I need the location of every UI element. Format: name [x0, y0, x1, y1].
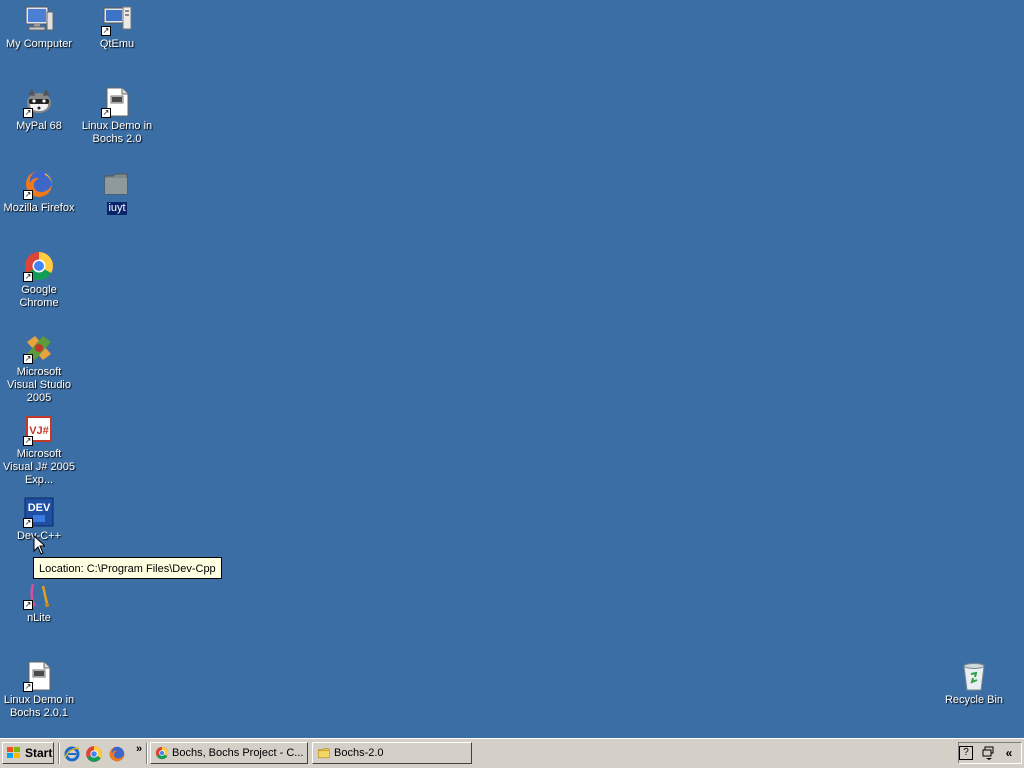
shortcut-arrow-icon: ↗: [101, 108, 111, 118]
devcpp-icon: DEV ↗: [23, 496, 55, 528]
raccoon-icon: ↗: [23, 86, 55, 118]
system-tray: ? «: [958, 742, 1022, 764]
desktop-icon-firefox[interactable]: ↗ Mozilla Firefox: [0, 166, 78, 215]
desktop-icon-chrome[interactable]: ↗ Google Chrome: [0, 248, 78, 310]
desktop-icon-visual-jsharp-2005[interactable]: VJ# ↗ Microsoft Visual J# 2005 Exp...: [0, 412, 78, 487]
quick-launch-firefox-icon[interactable]: [108, 745, 126, 763]
chrome-icon: ↗: [23, 250, 55, 282]
icon-label: Microsoft Visual J# 2005 Exp...: [3, 448, 75, 486]
desktop-icon-linux-demo-bochs-2-0[interactable]: ↗ Linux Demo in Bochs 2.0: [78, 84, 156, 146]
icon-label: Recycle Bin: [944, 694, 1004, 706]
desktop-icon-qtemu[interactable]: ↗ QtEmu: [78, 2, 156, 51]
icon-label: iuyt: [107, 202, 127, 215]
desktop-icon-mypal[interactable]: ↗ MyPal 68: [0, 84, 78, 133]
desktop-icon-nlite[interactable]: ↗ nLite: [0, 576, 78, 625]
chrome-icon: [155, 746, 169, 760]
shortcut-arrow-icon: ↗: [101, 26, 111, 36]
mouse-cursor-icon: [33, 535, 45, 555]
shortcut-arrow-icon: ↗: [23, 518, 33, 528]
folder-icon: [101, 168, 133, 200]
desktop-icon-iuyt-folder[interactable]: iuyt: [78, 166, 156, 215]
qtemu-icon: ↗: [101, 4, 133, 36]
icon-label: nLite: [27, 612, 51, 624]
desktop[interactable]: My Computer ↗ QtEmu ↗ MyPal 68 ↗ Linux D…: [0, 0, 1024, 738]
recycle-bin-icon: [958, 660, 990, 692]
tray-collapse-chevron[interactable]: «: [1001, 745, 1017, 761]
quick-launch-chrome-icon[interactable]: [85, 745, 103, 763]
quick-launch-ie-icon[interactable]: [63, 745, 81, 763]
icon-label: Linux Demo in Bochs 2.0: [81, 120, 153, 145]
icon-label: Microsoft Visual Studio 2005: [6, 366, 71, 404]
icon-label: Google Chrome: [19, 284, 59, 309]
desktop-icon-my-computer[interactable]: My Computer: [0, 2, 78, 51]
nlite-icon: ↗: [23, 578, 55, 610]
shortcut-arrow-icon: ↗: [23, 272, 33, 282]
quick-launch-overflow-chevron[interactable]: »: [136, 743, 142, 755]
folder-icon: [318, 748, 330, 759]
taskbar: Start » Bochs, Bochs Project - C... Boch…: [0, 738, 1024, 768]
tooltip: Location: C:\Program Files\Dev-Cpp: [33, 557, 222, 579]
shortcut-arrow-icon: ↗: [23, 190, 33, 200]
help-icon[interactable]: ?: [959, 746, 973, 760]
taskbar-button-chrome-bochs[interactable]: Bochs, Bochs Project - C...: [150, 742, 308, 764]
start-button[interactable]: Start: [2, 742, 54, 764]
start-label: Start: [25, 746, 53, 760]
task-label: Bochs, Bochs Project - C...: [172, 747, 304, 759]
visual-studio-icon: ↗: [23, 332, 55, 364]
icon-label: Linux Demo in Bochs 2.0.1: [3, 694, 75, 719]
firefox-icon: ↗: [23, 168, 55, 200]
desktop-icon-linux-demo-bochs-2-0-1[interactable]: ↗ Linux Demo in Bochs 2.0.1: [0, 658, 78, 720]
document-icon: ↗: [23, 660, 55, 692]
document-icon: ↗: [101, 86, 133, 118]
vjsharp-icon: VJ# ↗: [23, 414, 55, 446]
shortcut-arrow-icon: ↗: [23, 108, 33, 118]
computer-icon: [23, 4, 55, 36]
devcpp-badge-text: DEV: [28, 502, 51, 514]
icon-label: Mozilla Firefox: [3, 202, 75, 214]
icon-label: MyPal 68: [16, 120, 62, 132]
desktop-icon-visual-studio-2005[interactable]: ↗ Microsoft Visual Studio 2005: [0, 330, 78, 405]
shortcut-arrow-icon: ↗: [23, 682, 33, 692]
shortcut-arrow-icon: ↗: [23, 600, 33, 610]
task-label: Bochs-2.0: [334, 747, 384, 759]
shortcut-arrow-icon: ↗: [23, 436, 33, 446]
task-separator: [146, 743, 148, 764]
window-restore-icon[interactable]: [981, 745, 997, 761]
icon-label: QtEmu: [99, 38, 135, 50]
icon-label: My Computer: [5, 38, 73, 50]
windows-flag-icon: [7, 747, 20, 758]
shortcut-arrow-icon: ↗: [23, 354, 33, 364]
taskbar-button-bochs-folder[interactable]: Bochs-2.0: [312, 742, 472, 764]
quick-launch-separator: [58, 743, 60, 764]
desktop-icon-recycle-bin[interactable]: Recycle Bin: [935, 658, 1013, 707]
